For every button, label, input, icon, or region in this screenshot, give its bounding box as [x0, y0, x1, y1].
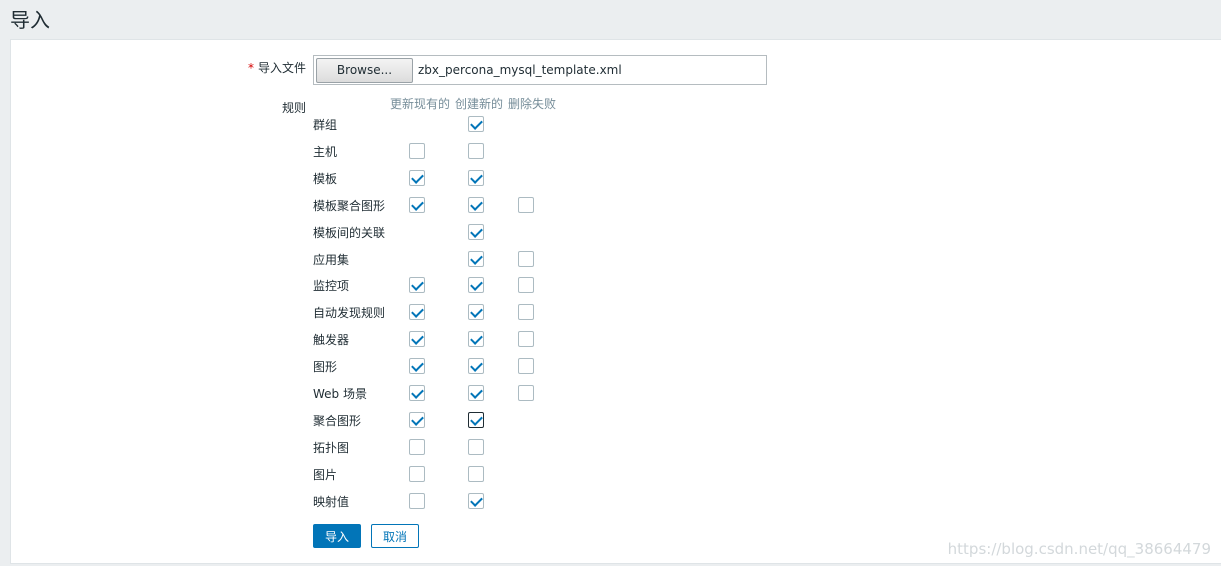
import-button[interactable]: 导入	[313, 524, 361, 548]
update-existing-checkbox[interactable]	[409, 331, 425, 347]
rule-label: Web 场景	[313, 387, 367, 401]
rule-row: 模板	[313, 170, 613, 190]
create-new-checkbox[interactable]	[468, 197, 484, 213]
rule-row: 拓扑图	[313, 439, 613, 459]
delete-missing-checkbox[interactable]	[518, 304, 534, 320]
rule-label: 监控项	[313, 279, 350, 293]
rule-label: 触发器	[313, 333, 350, 347]
rule-label: 聚合图形	[313, 414, 362, 428]
update-existing-checkbox[interactable]	[409, 439, 425, 455]
rule-label: 主机	[313, 145, 338, 159]
rule-row: 应用集	[313, 251, 613, 271]
delete-missing-checkbox[interactable]	[518, 358, 534, 374]
create-new-checkbox[interactable]	[468, 493, 484, 509]
rule-row: 监控项	[313, 277, 613, 297]
create-new-checkbox[interactable]	[468, 439, 484, 455]
rule-label: 图片	[313, 468, 338, 482]
update-existing-checkbox[interactable]	[409, 277, 425, 293]
rule-label: 自动发现规则	[313, 306, 386, 320]
update-existing-checkbox[interactable]	[409, 412, 425, 428]
delete-missing-checkbox[interactable]	[518, 331, 534, 347]
create-new-checkbox[interactable]	[468, 412, 484, 428]
import-file-label-text: 导入文件	[257, 61, 306, 75]
watermark: https://blog.csdn.net/qq_38664479	[947, 540, 1211, 558]
rule-label: 拓扑图	[313, 441, 350, 455]
create-new-checkbox[interactable]	[468, 358, 484, 374]
update-existing-checkbox[interactable]	[409, 197, 425, 213]
create-new-checkbox[interactable]	[468, 331, 484, 347]
required-mark: *	[247, 61, 254, 75]
create-new-checkbox[interactable]	[468, 251, 484, 267]
delete-missing-checkbox[interactable]	[518, 385, 534, 401]
rule-row: 模板聚合图形	[313, 197, 613, 217]
create-new-checkbox[interactable]	[468, 143, 484, 159]
rule-label: 模板间的关联	[313, 226, 386, 240]
create-new-checkbox[interactable]	[468, 385, 484, 401]
column-header-delete-missing: 删除失败	[508, 97, 557, 111]
rule-label: 图形	[313, 360, 338, 374]
create-new-checkbox[interactable]	[468, 116, 484, 132]
rules-label: 规则	[281, 101, 306, 115]
rule-row: 聚合图形	[313, 412, 613, 432]
update-existing-checkbox[interactable]	[409, 493, 425, 509]
column-header-update-existing: 更新现有的	[390, 97, 451, 111]
page-title: 导入	[10, 8, 50, 32]
update-existing-checkbox[interactable]	[409, 466, 425, 482]
rule-label: 模板聚合图形	[313, 199, 386, 213]
update-existing-checkbox[interactable]	[409, 358, 425, 374]
rule-row: 自动发现规则	[313, 304, 613, 324]
create-new-checkbox[interactable]	[468, 224, 484, 240]
selected-file-name: zbx_percona_mysql_template.xml	[418, 63, 622, 77]
import-form-panel: * 导入文件 Browse... zbx_percona_mysql_templa…	[10, 39, 1221, 564]
create-new-checkbox[interactable]	[468, 466, 484, 482]
create-new-checkbox[interactable]	[468, 304, 484, 320]
rule-row: Web 场景	[313, 385, 613, 405]
delete-missing-checkbox[interactable]	[518, 251, 534, 267]
rule-row: 图片	[313, 466, 613, 486]
rule-row: 模板间的关联	[313, 224, 613, 244]
rule-label: 群组	[313, 118, 338, 132]
rule-row: 群组	[313, 116, 613, 136]
delete-missing-checkbox[interactable]	[518, 277, 534, 293]
rule-row: 映射值	[313, 493, 613, 513]
rule-label: 模板	[313, 172, 338, 186]
column-header-create-new: 创建新的	[455, 97, 504, 111]
rule-row: 图形	[313, 358, 613, 378]
rule-label: 映射值	[313, 495, 350, 509]
rule-label: 应用集	[313, 253, 350, 267]
file-input[interactable]: Browse... zbx_percona_mysql_template.xml	[313, 55, 767, 85]
delete-missing-checkbox[interactable]	[518, 197, 534, 213]
update-existing-checkbox[interactable]	[409, 385, 425, 401]
update-existing-checkbox[interactable]	[409, 170, 425, 186]
cancel-button[interactable]: 取消	[371, 524, 419, 548]
create-new-checkbox[interactable]	[468, 170, 484, 186]
import-file-label: * 导入文件	[248, 59, 306, 76]
rule-row: 主机	[313, 143, 613, 163]
rule-row: 触发器	[313, 331, 613, 351]
create-new-checkbox[interactable]	[468, 277, 484, 293]
browse-button[interactable]: Browse...	[316, 58, 413, 83]
update-existing-checkbox[interactable]	[409, 304, 425, 320]
update-existing-checkbox[interactable]	[409, 143, 425, 159]
